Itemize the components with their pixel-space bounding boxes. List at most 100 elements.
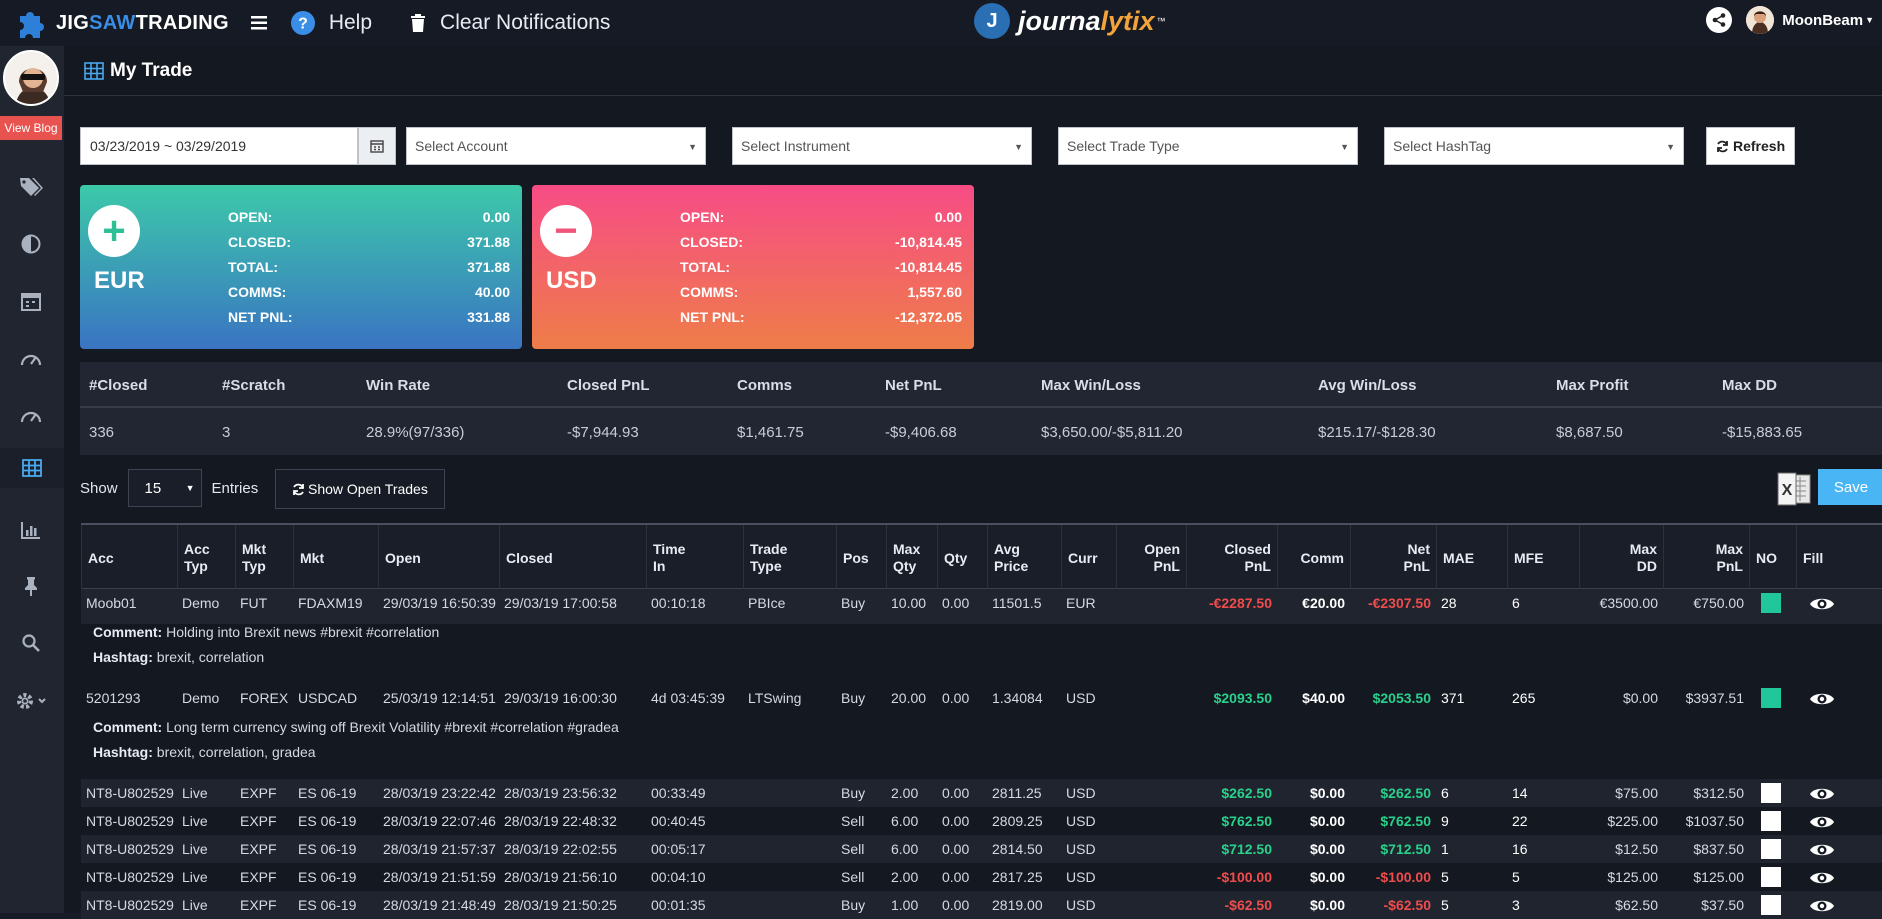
table-row[interactable]: NT8-U802529 Live EXPF ES 06-19 28/03/19 22:0… [81,807,1882,835]
jigsaw-logo[interactable]: JIG SAW TRADING [14,8,229,38]
table-row[interactable]: NT8-U802529 Live EXPF ES 06-19 28/03/19 21:5… [81,863,1882,891]
column-header-mkttyp[interactable]: Mkt Typ [235,525,293,591]
calendar-button[interactable] [358,127,396,165]
column-header-qty[interactable]: Qty [937,525,987,591]
note-icon[interactable] [1761,811,1781,831]
cell-netpnl: -$100.00 [1375,869,1431,885]
cell-acctyp: Demo [182,690,220,706]
date-range-input[interactable]: 03/23/2019 ~ 03/29/2019 [80,127,358,165]
column-header-ttype[interactable]: Trade Type [743,525,836,591]
column-header-no[interactable]: NO [1749,525,1796,591]
instrument-select[interactable]: Select Instrument ▼ [732,127,1032,165]
note-icon[interactable] [1761,867,1781,887]
column-header-acctyp[interactable]: Acc Typ [177,525,235,591]
account-select[interactable]: Select Account ▼ [406,127,706,165]
column-header-openpnl[interactable]: Open PnL [1116,525,1186,591]
table-row[interactable]: 5201293 Demo FOREX USDCAD 25/03/19 12:14:51 2… [81,684,1882,719]
refresh-icon [293,483,304,495]
table-row[interactable]: Moob01 Demo FUT FDAXM19 29/03/19 16:50:39 29/… [81,589,1882,624]
note-icon[interactable] [1761,688,1781,708]
column-header-comm[interactable]: Comm [1277,525,1350,591]
speedometer2-icon[interactable] [8,395,54,435]
menu-toggle-button[interactable] [250,16,281,30]
pin-icon[interactable] [8,566,54,606]
eye-icon[interactable] [1809,813,1835,834]
eye-icon[interactable] [1809,897,1835,918]
cell-maxqty: 20.00 [891,690,927,706]
column-header-mfe[interactable]: MFE [1507,525,1579,591]
column-header-maxpnl[interactable]: Max PnL [1663,525,1749,591]
eye-icon[interactable] [1809,690,1835,711]
bar-chart-icon[interactable] [8,510,54,550]
column-header-fill[interactable]: Fill [1796,525,1844,591]
stats-table: #Closed #Scratch Win Rate Closed PnL Com… [80,362,1882,455]
cell-qty: 0.00 [942,841,970,857]
column-header-mkt[interactable]: Mkt [293,525,378,591]
cell-avg: 2817.25 [992,869,1043,885]
contrast-icon[interactable] [8,224,54,264]
cell-maxpnl: $125.00 [1693,869,1744,885]
column-header-curr[interactable]: Curr [1061,525,1116,591]
eye-icon[interactable] [1809,869,1835,890]
cell-maxdd: $0.00 [1622,690,1658,706]
note-icon[interactable] [1761,839,1781,859]
tags-icon[interactable] [8,166,54,206]
cell-acc: Moob01 [86,595,137,611]
column-header-open[interactable]: Open [378,525,499,591]
column-header-pos[interactable]: Pos [836,525,886,591]
cell-avg: 11501.5 [992,595,1042,611]
note-icon[interactable] [1761,783,1781,803]
note-icon[interactable] [1761,895,1781,915]
username[interactable]: MoonBeam [1782,12,1863,29]
column-header-mae[interactable]: MAE [1436,525,1507,591]
stats-value-cell: 336 [89,424,115,441]
column-header-closedpnl[interactable]: Closed PnL [1186,525,1277,591]
trade-type-select[interactable]: Select Trade Type ▼ [1058,127,1358,165]
grid-icon[interactable] [0,448,64,488]
card-label: OPEN: [680,209,725,225]
chevron-down-icon[interactable]: ▼ [1865,15,1874,25]
entries-count: 15 [144,479,162,497]
column-header-maxqty[interactable]: Max Qty [886,525,937,591]
share-button[interactable] [1706,7,1733,33]
column-header-acc[interactable]: Acc [81,525,177,591]
column-header-label: NO [1756,549,1777,566]
page-title: My Trade [110,59,193,81]
speedometer-icon[interactable] [8,338,54,378]
save-button[interactable]: Save [1818,469,1882,505]
cell-time: 00:05:17 [651,841,706,857]
plus-icon: + [88,205,140,257]
table-row[interactable]: NT8-U802529 Live EXPF ES 06-19 28/03/19 21:4… [81,891,1882,919]
refresh-button[interactable]: Refresh [1706,127,1796,165]
show-open-trades-button[interactable]: Show Open Trades [275,469,445,509]
column-header-closed[interactable]: Closed [499,525,646,591]
column-header-maxdd[interactable]: Max DD [1579,525,1663,591]
clear-notifications-button[interactable]: Clear Notifications [410,11,610,35]
cell-maxdd: €3500.00 [1599,595,1658,611]
eye-icon[interactable] [1809,785,1835,806]
hashtag-label: Hashtag: [93,744,157,760]
view-blog-button[interactable]: View Blog [0,116,62,140]
column-header-avg[interactable]: Avg Price [987,525,1061,591]
table-row[interactable]: NT8-U802529 Live EXPF ES 06-19 28/03/19 21:5… [81,835,1882,863]
eye-icon[interactable] [1809,595,1835,616]
cell-mfe: 265 [1512,690,1536,706]
excel-export-icon[interactable]: X [1776,471,1812,507]
calendar-icon[interactable] [8,281,54,321]
note-icon[interactable] [1761,593,1781,613]
column-header-time[interactable]: Time In [646,525,743,591]
profile-avatar[interactable] [3,50,59,106]
table-row[interactable]: NT8-U802529 Live EXPF ES 06-19 28/03/19 23:2… [81,779,1882,807]
hashtag-select[interactable]: Select HashTag ▼ [1384,127,1684,165]
cell-maxdd: $225.00 [1607,813,1658,829]
user-avatar[interactable] [1746,6,1775,34]
help-button[interactable]: ? Help [290,11,372,35]
cell-mfe: 3 [1512,897,1520,913]
entries-select[interactable]: 15 ▼ [127,469,202,507]
gear-icon[interactable] [8,681,54,721]
search-icon[interactable] [8,623,54,663]
column-header-netpnl[interactable]: Net PnL [1350,525,1436,591]
eye-icon[interactable] [1809,841,1835,862]
cell-mkt: ES 06-19 [298,785,357,801]
stats-header-cell: Net PnL [885,377,942,394]
